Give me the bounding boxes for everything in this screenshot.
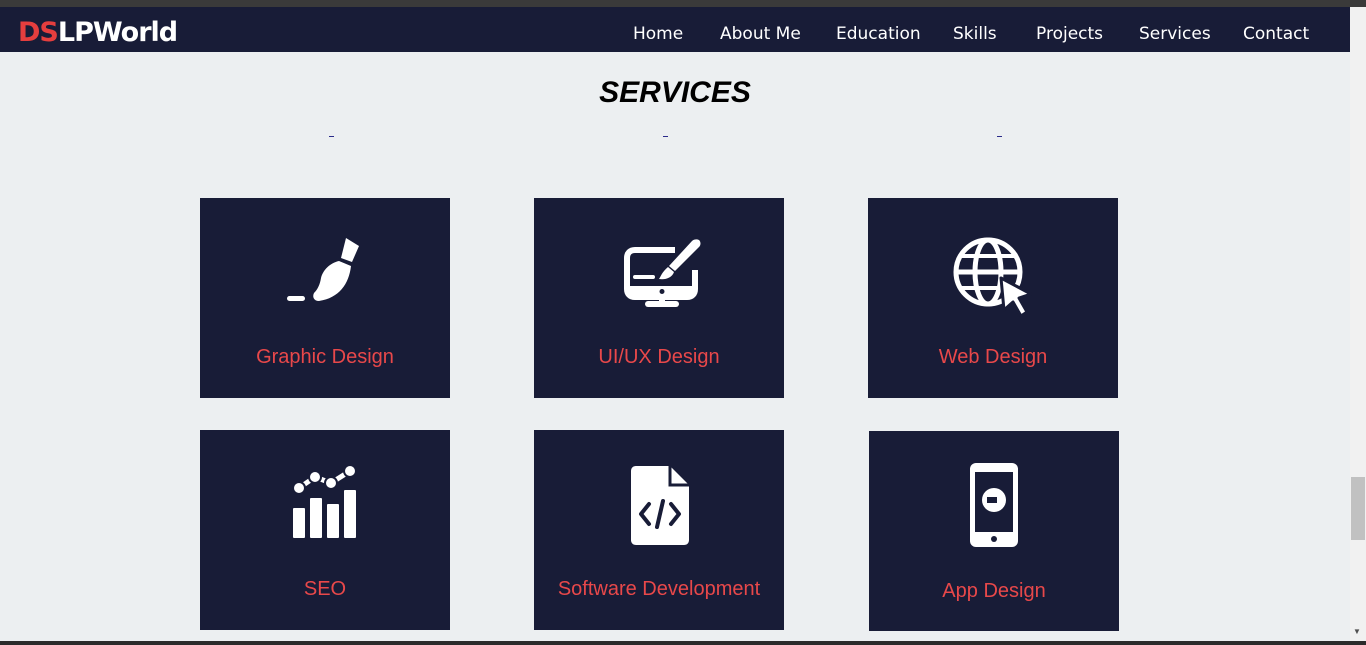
chart-line-icon [200,460,450,544]
service-label: Graphic Design [256,346,394,368]
service-card-software-development[interactable]: Software Development [534,430,784,630]
globe-cursor-icon [868,234,1118,318]
monitor-pen-icon [534,234,784,318]
nav-about-me[interactable]: About Me [720,23,801,45]
service-label: UI/UX Design [598,346,720,368]
service-card-graphic-design[interactable]: Graphic Design [200,198,450,398]
nav-contact[interactable]: Contact [1243,23,1309,45]
link-underline[interactable] [997,136,1002,137]
nav-education[interactable]: Education [836,23,921,45]
nav-services[interactable]: Services [1139,23,1211,45]
scrollbar-thumb[interactable] [1351,477,1365,540]
site-logo[interactable]: DSLPWorld [18,17,178,49]
paintbrush-icon [200,234,450,318]
nav-skills[interactable]: Skills [953,23,997,45]
service-label: Web Design [938,346,1048,368]
service-label: Software Development [557,578,761,600]
browser-top-strip [0,0,1366,7]
link-underline[interactable] [663,136,668,137]
nav-home[interactable]: Home [633,23,683,45]
section-title: SERVICES [599,76,751,109]
service-label: SEO [303,578,347,600]
service-card-web-design[interactable]: Web Design [868,198,1118,398]
scroll-down-arrow-icon[interactable]: ▼ [1353,627,1361,637]
service-card-ui-ux-design[interactable]: UI/UX Design [534,198,784,398]
browser-bottom-strip [0,641,1366,645]
service-card-app-design[interactable]: App Design [869,431,1119,631]
navbar: DSLPWorld Home About Me Education Skills… [0,7,1350,52]
nav-projects[interactable]: Projects [1036,23,1103,45]
mobile-phone-icon [869,463,1119,547]
link-underline[interactable] [329,136,334,137]
logo-prefix: DS [18,17,59,48]
logo-suffix: LPWorld [57,17,178,48]
scrollbar-track[interactable] [1350,7,1366,641]
service-card-seo[interactable]: SEO [200,430,450,630]
service-label: App Design [942,580,1046,602]
code-file-icon [534,464,784,548]
